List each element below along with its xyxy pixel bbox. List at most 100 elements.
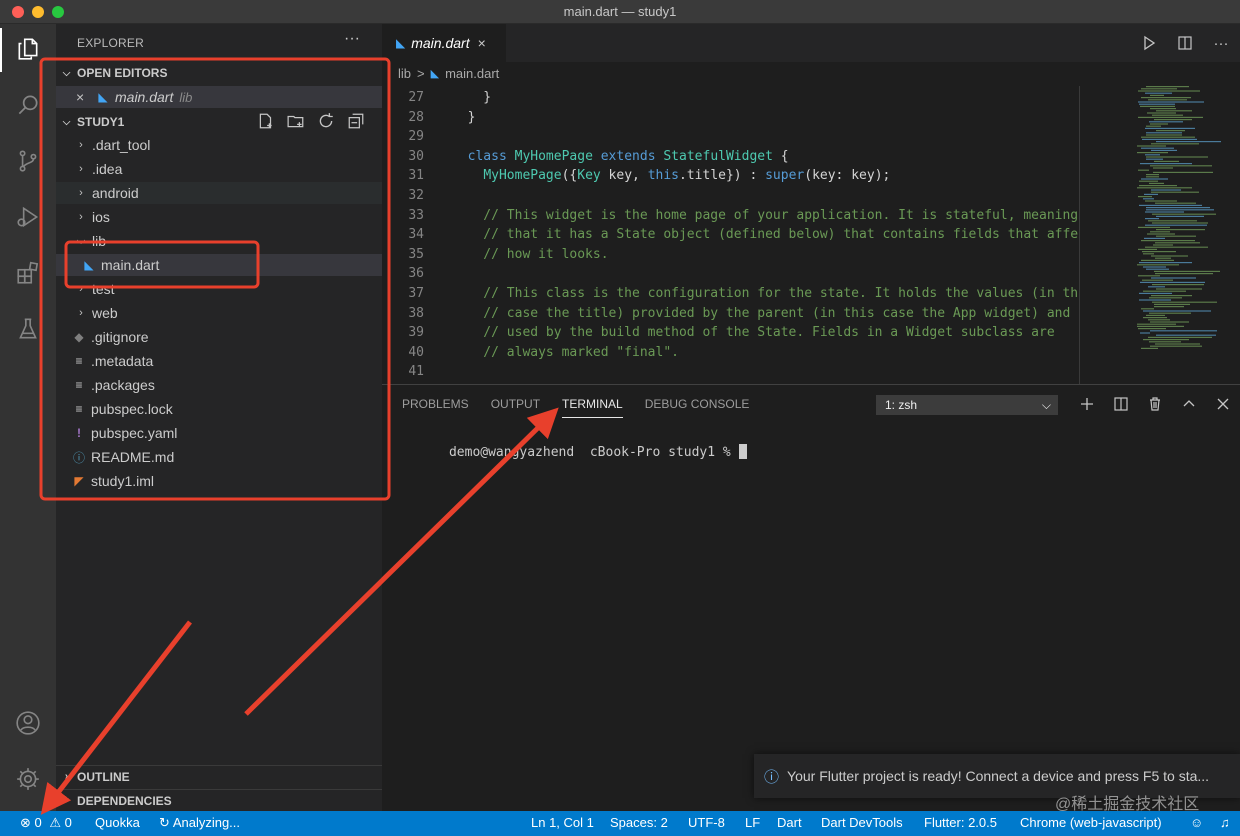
tab-terminal[interactable]: TERMINAL [562,397,623,418]
search-icon[interactable] [13,90,43,120]
minimap-line [1156,130,1185,132]
line-number: 29 [408,129,424,145]
minimap-line [1139,103,1175,105]
line-number: 39 [408,325,424,341]
code-text: // case the title) provided by the paren… [452,305,1071,321]
dart-file-icon: ◣ [396,36,406,50]
new-file-icon[interactable] [256,111,276,131]
indentation[interactable]: Spaces: 2 [610,815,668,830]
explorer-icon[interactable] [13,34,43,64]
testing-icon[interactable] [13,314,43,344]
cursor-position[interactable]: Ln 1, Col 1 [531,815,594,830]
terminal-output[interactable]: demo@wangyazhend cBook-Pro study1 % [402,429,747,475]
split-editor-icon[interactable] [1174,32,1196,54]
more-actions-icon[interactable]: ··· [344,30,360,48]
minimap-line [1145,211,1184,213]
minimap-line [1148,319,1170,321]
study1-header[interactable]: ⌵ STUDY1 [56,111,382,133]
tree-item-main-dart[interactable]: ◣ main.dart [56,254,382,276]
minimap-line [1137,323,1176,325]
maximize-panel-icon[interactable] [1178,393,1200,415]
dependencies-header[interactable]: › DEPENDENCIES [56,789,382,811]
dart-devtools[interactable]: Dart DevTools [821,815,903,830]
tree-item-pubspec-lock[interactable]: ≡ pubspec.lock [56,398,382,420]
minimap-line [1138,275,1160,277]
language-mode[interactable]: Dart [777,815,802,830]
line-number: 40 [408,344,424,360]
tree-item-dart-tool[interactable]: › .dart_tool [56,134,382,156]
bell-icon[interactable]: ♫ [1220,815,1230,830]
trash-icon[interactable] [1144,393,1166,415]
tab-debug-console[interactable]: DEBUG CONSOLE [645,397,750,418]
close-icon[interactable]: × [76,89,94,105]
tree-item-idea[interactable]: › .idea [56,158,382,180]
minimap-line [1143,253,1154,255]
minimap-line [1156,215,1204,217]
refresh-icon[interactable] [316,111,336,131]
tree-item-lib[interactable]: ⌵ lib [56,230,382,252]
open-editor-item[interactable]: × ◣ main.dart lib [56,86,382,108]
tab-problems[interactable]: PROBLEMS [402,397,469,418]
minimap-line [1152,222,1208,224]
minimap-line [1149,341,1181,343]
tree-item-pubspec-yaml[interactable]: ! pubspec.yaml [56,422,382,444]
watermark: @稀土掘金技术社区 [1055,796,1200,813]
minimap-line [1143,198,1154,200]
run-icon[interactable] [1138,32,1160,54]
collapse-all-icon[interactable] [346,111,366,131]
open-editors-header[interactable]: ⌵ OPEN EDITORS [56,62,382,84]
tree-item-readme[interactable]: ⓘ README.md [56,446,382,468]
minimap-line [1148,220,1197,222]
sync-icon: ↻ [159,815,170,830]
breadcrumb-file[interactable]: main.dart [445,66,499,81]
minimap-line [1153,171,1213,173]
source-control-icon[interactable] [13,146,43,176]
tree-item-study1-iml[interactable]: ◤ study1.iml [56,470,382,492]
problems-indicator[interactable]: ⊗ 0 ⚠ 0 [20,815,72,831]
chevron-right-icon: › [64,795,69,806]
device-selector[interactable]: Chrome (web-javascript) [1020,815,1162,830]
minimap-line [1140,281,1205,283]
more-actions-icon[interactable]: ··· [1210,32,1232,54]
minimap-line [1151,295,1192,297]
chevron-down-icon: ⌵ [1041,398,1051,412]
minimap-line [1156,110,1192,112]
tree-item-ios[interactable]: › ios [56,206,382,228]
feedback-icon[interactable]: ☺ [1190,815,1203,830]
quokka-status[interactable]: Quokka [95,815,140,830]
extensions-icon[interactable] [13,258,43,288]
flutter-version[interactable]: Flutter: 2.0.5 [924,815,997,830]
tab-output[interactable]: OUTPUT [491,397,540,418]
tab-main-dart[interactable]: ◣ main.dart × [382,24,506,62]
new-terminal-icon[interactable] [1076,393,1098,415]
tree-item-metadata[interactable]: ≡ .metadata [56,350,382,372]
tree-item-test[interactable]: › test [56,278,382,300]
encoding[interactable]: UTF-8 [688,815,725,830]
tree-item-packages[interactable]: ≡ .packages [56,374,382,396]
minimap-line [1143,310,1211,312]
code-editor[interactable]: 27 } 28 } 29 30 class MyHomePage extends St… [382,86,1079,384]
outline-header[interactable]: › OUTLINE [56,765,382,787]
account-icon[interactable] [13,708,43,738]
terminal-select[interactable]: 1: zsh ⌵ [876,395,1058,415]
split-terminal-icon[interactable] [1110,393,1132,415]
line-number: 38 [408,305,424,321]
settings-gear-icon[interactable] [13,764,43,794]
code-text: } [452,109,476,125]
minimap-line [1146,268,1169,270]
close-panel-icon[interactable] [1212,393,1234,415]
new-folder-icon[interactable] [286,111,306,131]
minimap-line [1156,288,1202,290]
tree-item-web[interactable]: › web [56,302,382,324]
minimap[interactable] [1132,82,1232,382]
chevron-right-icon: › [64,771,69,782]
breadcrumb-folder[interactable]: lib [398,66,411,81]
run-debug-icon[interactable] [13,202,43,232]
tree-item-gitignore[interactable]: ◆ .gitignore [56,326,382,348]
minimap-line [1141,240,1195,242]
end-of-line[interactable]: LF [745,815,760,830]
tree-item-android[interactable]: › android [56,182,382,204]
activity-bar [0,24,56,811]
close-icon[interactable]: × [478,35,486,51]
analyzing-status[interactable]: ↻ Analyzing... [159,815,240,831]
